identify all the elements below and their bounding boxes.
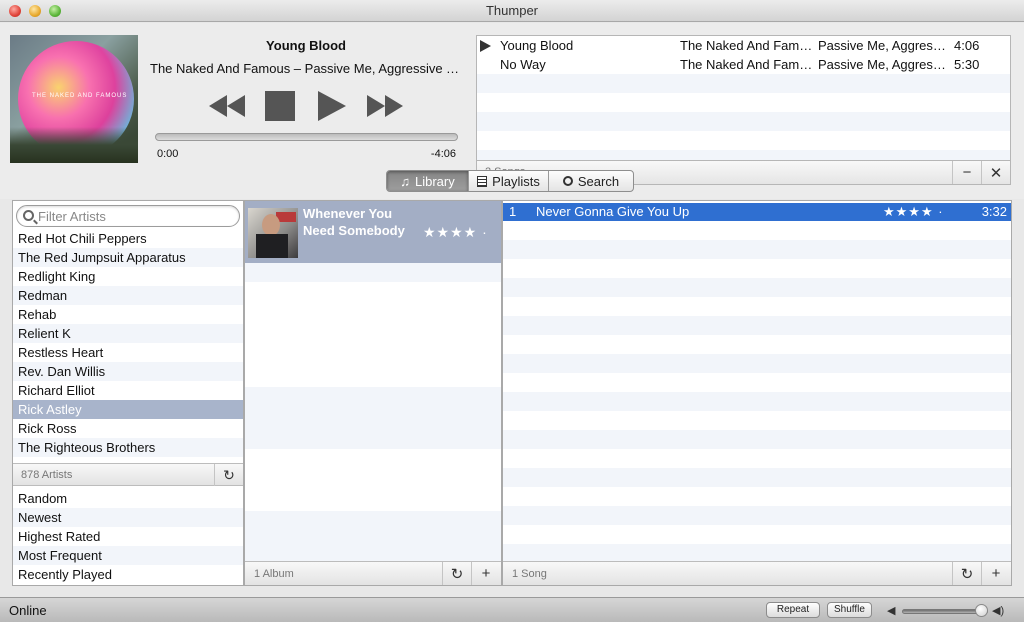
refresh-albums-button[interactable]: ↻ (442, 562, 471, 585)
art-ground (10, 127, 138, 163)
fast-forward-icon (385, 95, 403, 117)
artist-item[interactable]: Richard Elliot (13, 381, 243, 400)
tab-playlists[interactable]: Playlists (469, 171, 549, 191)
queue-album: Passive Me, Aggressive You (818, 57, 948, 72)
repeat-button[interactable]: Repeat (766, 602, 820, 618)
tab-label: Library (415, 173, 455, 189)
tab-search[interactable]: Search (549, 171, 633, 191)
next-button[interactable] (364, 88, 406, 124)
tab-library[interactable]: ♫ Library (387, 171, 469, 191)
album-thumbnail (248, 208, 298, 258)
artist-item[interactable]: The Red Jumpsuit Apparatus (13, 248, 243, 267)
fast-forward-icon (367, 95, 385, 117)
thumbnail-face (262, 214, 280, 236)
search-icon (23, 210, 34, 221)
song-row-selected[interactable]: 1 Never Gonna Give You Up ★★★★ · 3:32 (503, 203, 1011, 221)
play-queue: Young Blood The Naked And Famous Passive… (476, 35, 1011, 161)
add-song-button[interactable]: + (981, 562, 1010, 585)
volume-knob[interactable] (975, 604, 988, 617)
smart-list-most-frequent[interactable]: Most Frequent (13, 546, 243, 565)
artist-item[interactable]: Redlight King (13, 267, 243, 286)
list-icon (477, 175, 488, 187)
connection-status: Online (9, 603, 47, 618)
thumbnail-body (256, 234, 288, 258)
queue-row[interactable]: Young Blood The Naked And Famous Passive… (477, 36, 1010, 55)
albums-count: 1 Album (254, 568, 294, 580)
artist-item[interactable]: Red Hot Chili Peppers (13, 229, 243, 248)
status-bar: Online Repeat Shuffle ◀ ◀) (0, 597, 1024, 622)
filter-artists-input[interactable] (38, 208, 236, 224)
song-duration: 3:32 (981, 204, 1007, 219)
clear-queue-button[interactable]: ✕ (981, 161, 1010, 184)
volume-high-icon: ◀) (992, 605, 1005, 617)
play-button[interactable] (312, 88, 352, 124)
artists-count: 878 Artists (21, 469, 73, 481)
songs-count: 1 Song (512, 568, 547, 580)
queue-time: 5:30 (954, 57, 980, 72)
window-title: Thumper (485, 3, 539, 18)
search-icon (562, 176, 573, 186)
remaining-time: -4:06 (430, 148, 456, 160)
artist-item-selected[interactable]: Rick Astley (13, 400, 243, 419)
remove-from-queue-button[interactable]: − (952, 161, 981, 184)
queue-time: 4:06 (954, 38, 980, 53)
elapsed-time: 0:00 (157, 148, 179, 160)
queue-title: Young Blood (500, 38, 574, 53)
albums-panel: Whenever You Need Somebody ★★★★ · 1 Albu… (244, 200, 502, 586)
smart-list-newest[interactable]: Newest (13, 508, 243, 527)
album-rating[interactable]: ★★★★ · (423, 224, 488, 241)
title-bar: Thumper (0, 0, 1024, 22)
progress-slider[interactable] (155, 133, 458, 141)
song-number: 1 (509, 204, 517, 219)
artist-item[interactable]: Rehab (13, 305, 243, 324)
smart-list-highest-rated[interactable]: Highest Rated (13, 527, 243, 546)
stop-icon (265, 91, 295, 121)
queue-album: Passive Me, Aggressive You (818, 38, 948, 53)
filter-artists-field[interactable] (16, 205, 240, 227)
song-rating[interactable]: ★★★★ · (883, 203, 944, 221)
zoom-window-button[interactable] (49, 5, 61, 17)
queue-artist: The Naked And Famous (680, 57, 814, 72)
artist-item[interactable]: Relient K (13, 324, 243, 343)
add-album-button[interactable]: + (471, 562, 500, 585)
now-playing-title: Young Blood (266, 38, 346, 53)
play-icon (318, 91, 346, 121)
albums-footer: 1 Album ↻ + (245, 561, 501, 585)
rewind-icon (227, 95, 245, 117)
queue-row[interactable]: No Way The Naked And Famous Passive Me, … (477, 55, 1010, 74)
artist-item[interactable]: Restless Heart (13, 343, 243, 362)
refresh-artists-button[interactable]: ↻ (214, 464, 243, 486)
album-title: Whenever You Need Somebody (303, 206, 405, 238)
queue-artist: The Naked And Famous (680, 38, 814, 53)
artist-item[interactable]: Redman (13, 286, 243, 305)
now-playing-icon (480, 40, 491, 52)
view-tabs: ♫ Library Playlists Search (386, 170, 634, 192)
now-playing-album-art: THE NAKED AND FAMOUS (10, 35, 138, 163)
shuffle-button[interactable]: Shuffle (827, 602, 872, 618)
refresh-songs-button[interactable]: ↻ (952, 562, 981, 585)
songs-panel: 1 Never Gonna Give You Up ★★★★ · 3:32 1 … (502, 200, 1012, 586)
artists-footer: 878 Artists ↻ (13, 463, 243, 486)
tab-label: Search (577, 173, 620, 189)
smart-list-random[interactable]: Random (13, 489, 243, 508)
music-note-icon: ♫ (400, 173, 410, 189)
art-band-name: THE NAKED AND FAMOUS (32, 93, 128, 99)
artist-item[interactable]: Rev. Dan Willis (13, 362, 243, 381)
queue-title: No Way (500, 57, 546, 72)
minimize-window-button[interactable] (29, 5, 41, 17)
song-title: Never Gonna Give You Up (536, 204, 690, 219)
songs-footer: 1 Song ↻ + (503, 561, 1011, 585)
artist-item[interactable]: The Righteous Brothers (13, 438, 243, 457)
tab-label: Playlists (492, 173, 540, 189)
now-playing-subtitle: The Naked And Famous – Passive Me, Aggre… (150, 61, 462, 76)
rewind-icon (209, 95, 227, 117)
artists-panel: Red Hot Chili Peppers The Red Jumpsuit A… (12, 200, 244, 586)
artist-item[interactable]: Rick Ross (13, 419, 243, 438)
stop-button[interactable] (262, 88, 298, 124)
album-item-selected[interactable]: Whenever You Need Somebody ★★★★ · (245, 201, 501, 263)
volume-low-icon: ◀ (887, 605, 896, 617)
previous-button[interactable] (206, 88, 248, 124)
close-window-button[interactable] (9, 5, 21, 17)
smart-list-recently-played[interactable]: Recently Played (13, 565, 243, 584)
